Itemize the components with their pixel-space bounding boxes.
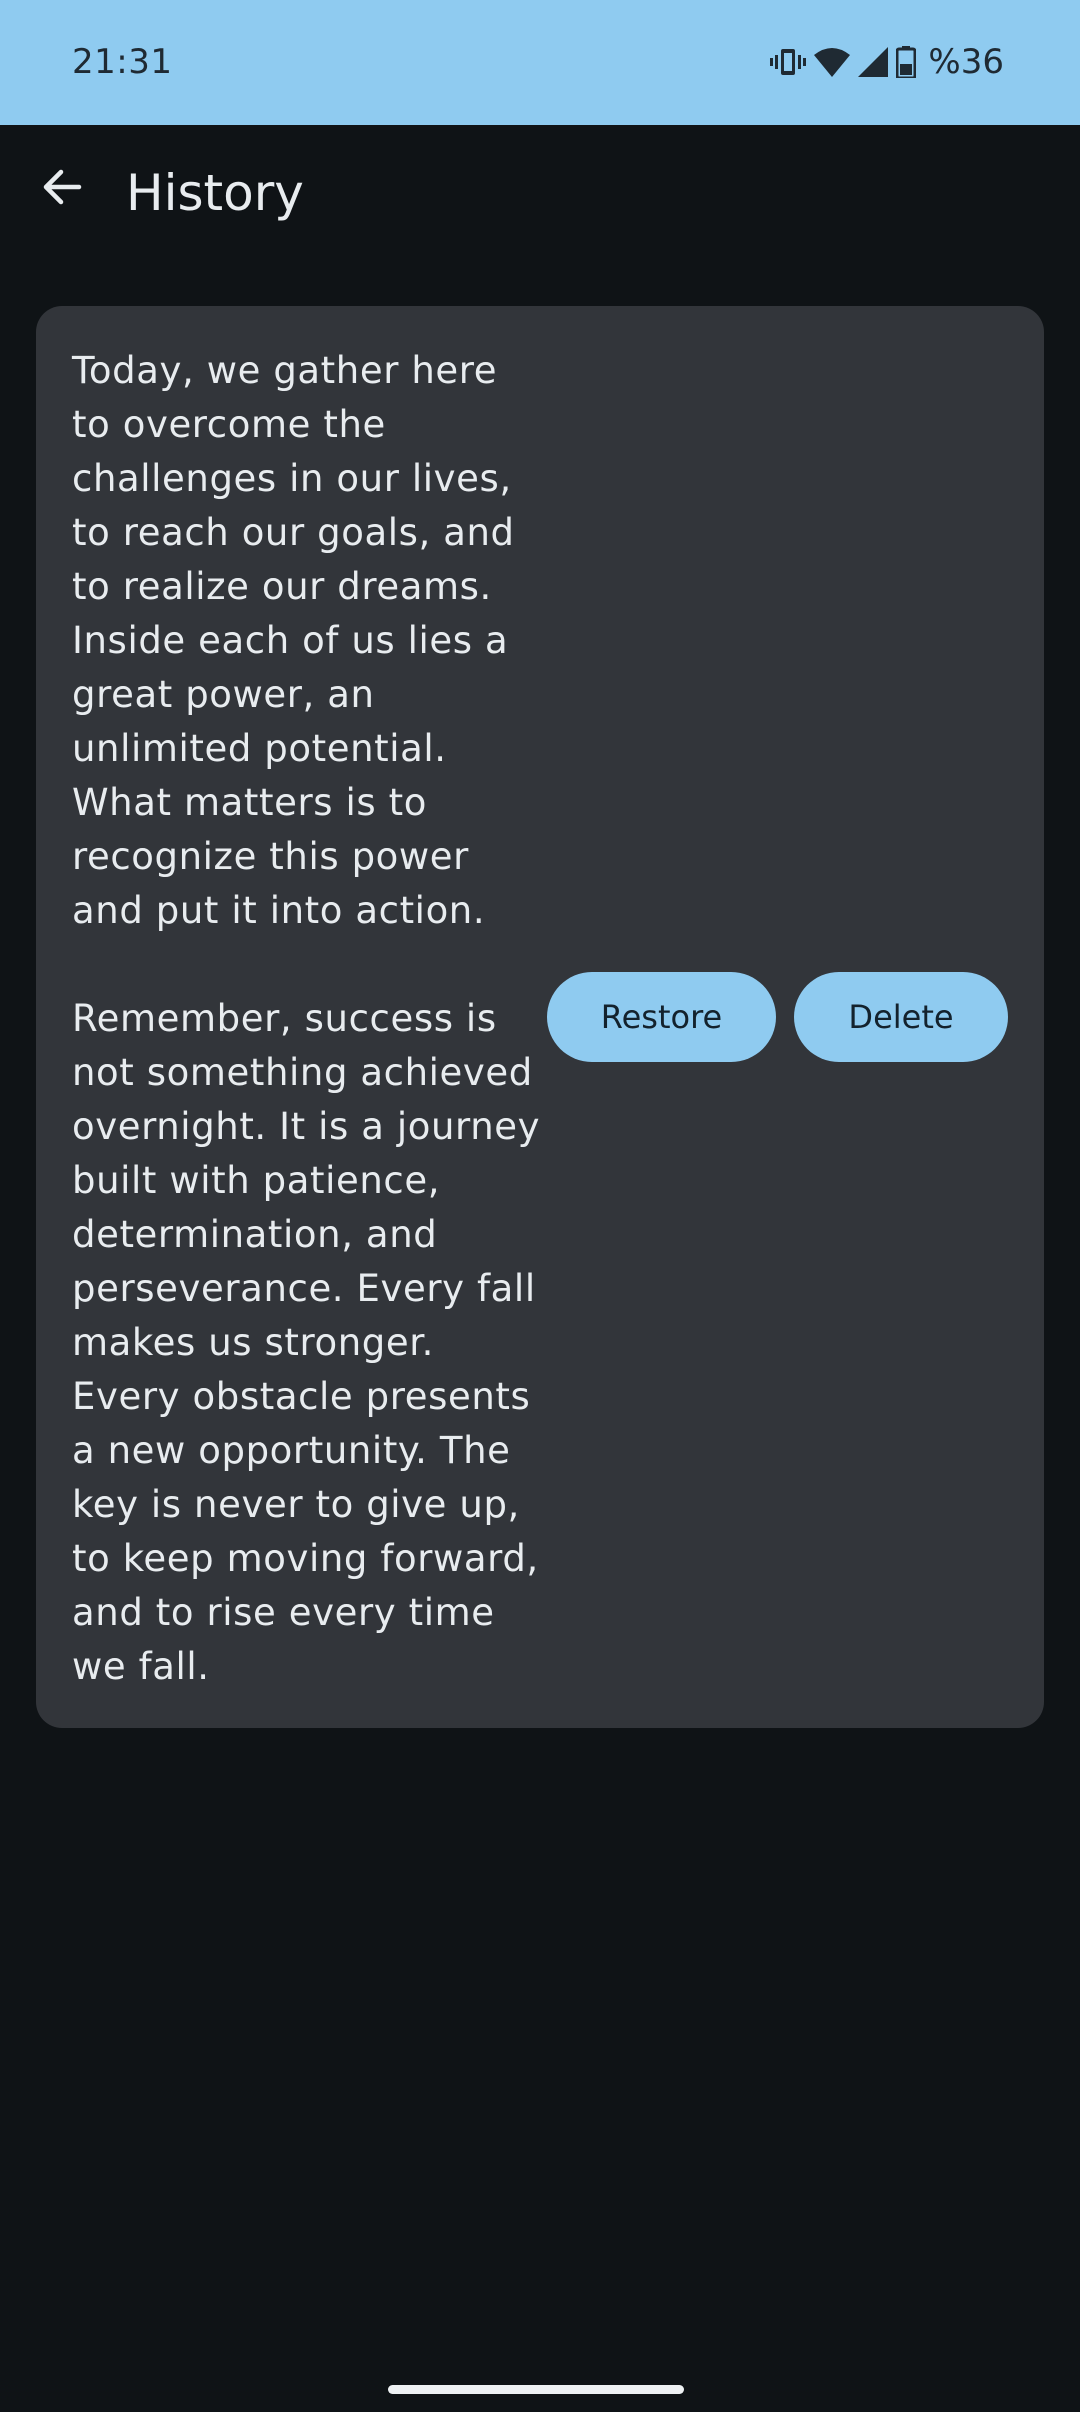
app-bar: History xyxy=(0,125,1080,270)
status-bar: 21:31 %36 xyxy=(0,0,1080,125)
history-item-text: Today, we gather here to overcome the ch… xyxy=(72,349,541,1688)
battery-icon xyxy=(896,46,917,78)
restore-button[interactable]: Restore xyxy=(547,972,776,1062)
battery-percent: %36 xyxy=(928,42,1004,82)
vibrate-icon xyxy=(770,45,807,79)
history-item-card: Today, we gather here to overcome the ch… xyxy=(36,306,1044,1728)
signal-icon xyxy=(858,47,889,77)
back-button[interactable] xyxy=(30,157,94,221)
delete-button[interactable]: Delete xyxy=(794,972,1008,1062)
status-icons: %36 xyxy=(770,40,1004,84)
home-indicator[interactable] xyxy=(388,2385,684,2394)
page-title: History xyxy=(126,164,304,222)
status-time: 21:31 xyxy=(72,42,173,82)
arrow-back-icon xyxy=(41,166,83,212)
wifi-icon xyxy=(814,47,851,77)
